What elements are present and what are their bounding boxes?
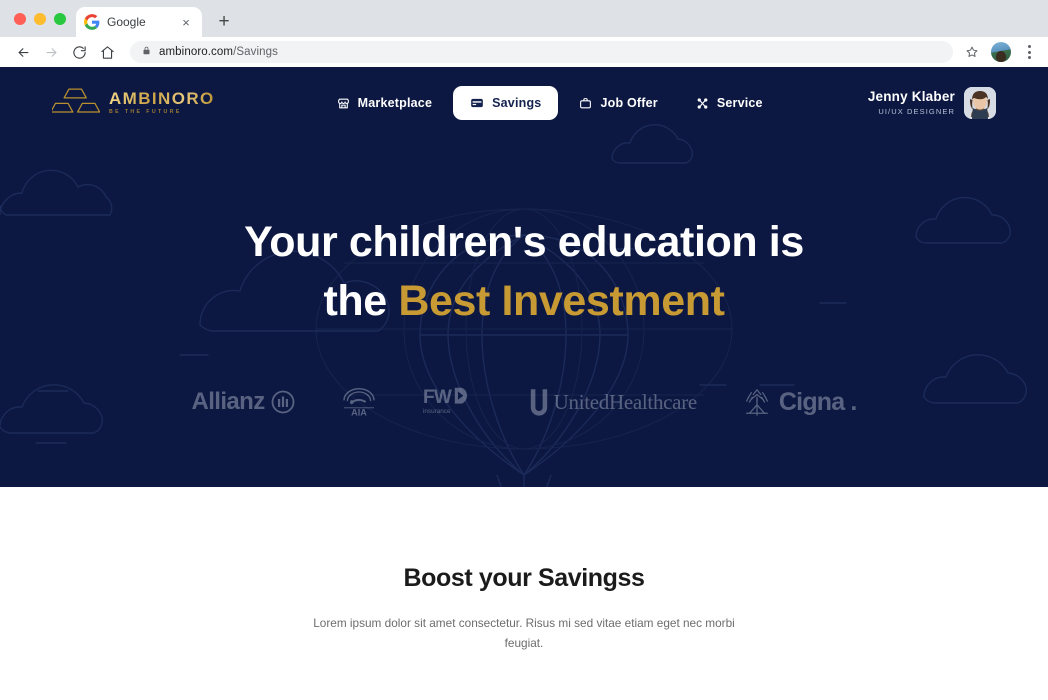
allianz-mark-icon: [271, 390, 295, 414]
partner-logo-unitedhealthcare: UnitedHealthcare: [529, 387, 697, 417]
hero-headline-line2: the Best Investment: [0, 272, 1048, 331]
lock-icon: [142, 43, 151, 61]
minimize-window-button[interactable]: [34, 12, 46, 25]
user-profile[interactable]: Jenny Klaber UI/UX DESIGNER: [868, 87, 996, 119]
logo-tagline: BE THE FUTURE: [109, 109, 182, 116]
back-button[interactable]: [10, 39, 36, 65]
page-content: AMBINORO BE THE FUTURE Marketplace Savin…: [0, 67, 1048, 700]
partner-logo-fwd: FW insurance: [423, 385, 485, 419]
browser-tab-bar: Google × +: [0, 0, 1048, 37]
cigna-tree-icon: [745, 389, 768, 416]
browser-window: Google × + ambinoro.com/Savings AMBINORO…: [0, 0, 1048, 700]
hero-headline-accent: Best Investment: [398, 277, 725, 326]
section-subtitle: Lorem ipsum dolor sit amet consectetur. …: [313, 616, 735, 651]
hero-copy: Your children's education is the Best In…: [0, 213, 1048, 332]
window-traffic-lights: [10, 0, 76, 37]
bookmark-star-icon[interactable]: [961, 41, 983, 63]
logo-text: AMBINORO BE THE FUTURE: [109, 90, 215, 115]
avatar[interactable]: [964, 87, 996, 119]
site-header: AMBINORO BE THE FUTURE Marketplace Savin…: [0, 67, 1048, 139]
nav-item-job-offer[interactable]: Job Offer: [562, 86, 674, 120]
new-tab-button[interactable]: +: [210, 7, 238, 35]
user-role: UI/UX DESIGNER: [878, 107, 955, 117]
close-window-button[interactable]: [14, 12, 26, 25]
hero-headline: Your children's education is the Best In…: [0, 213, 1048, 332]
url-path: /Savings: [233, 46, 278, 58]
partner-name: Allianz: [191, 388, 265, 415]
cloud-shape: [0, 169, 113, 216]
nav-label: Savings: [492, 96, 542, 110]
wallet-card-icon: [470, 96, 484, 110]
address-bar[interactable]: ambinoro.com/Savings: [130, 41, 953, 63]
browser-tab[interactable]: Google ×: [76, 7, 202, 37]
main-navigation: Marketplace Savings Job Offer Service: [320, 86, 780, 120]
nav-item-service[interactable]: Service: [679, 86, 780, 120]
svg-text:AIA: AIA: [351, 407, 367, 417]
profile-avatar-icon[interactable]: [991, 42, 1011, 62]
hero-section: AMBINORO BE THE FUTURE Marketplace Savin…: [0, 67, 1048, 487]
section-title: Boost your Savingss: [403, 564, 645, 592]
home-button[interactable]: [94, 39, 120, 65]
nav-item-savings[interactable]: Savings: [453, 86, 559, 120]
gold-bars-icon: [50, 86, 101, 121]
partner-name: Cigna: [778, 387, 845, 416]
fwd-sub: insurance: [423, 408, 451, 415]
logo-name: AMBINORO: [109, 89, 215, 109]
nav-label: Marketplace: [357, 96, 433, 110]
tab-title: Google: [107, 15, 146, 29]
tools-cross-icon: [696, 97, 709, 110]
close-tab-button[interactable]: ×: [178, 14, 194, 30]
site-logo[interactable]: AMBINORO BE THE FUTURE: [50, 86, 215, 121]
partner-logo-aia: AIA: [339, 385, 379, 419]
url-domain: ambinoro.com: [159, 46, 234, 58]
briefcase-icon: [579, 97, 592, 110]
nav-label: Job Offer: [600, 96, 658, 110]
aia-logo-icon: AIA: [342, 388, 375, 417]
partner-logo-allianz: Allianz: [191, 388, 295, 416]
nav-item-marketplace[interactable]: Marketplace: [320, 86, 449, 120]
svg-text:FW: FW: [423, 387, 452, 408]
maximize-window-button[interactable]: [54, 12, 66, 25]
uhc-mark-icon: [530, 389, 547, 416]
partner-logo-cigna: Cigna .: [741, 386, 857, 418]
reload-button[interactable]: [66, 39, 92, 65]
user-name: Jenny Klaber: [867, 89, 955, 105]
google-icon: [84, 14, 100, 30]
hero-headline-prefix: the: [323, 277, 399, 326]
boost-section: Boost your Savingss Lorem ipsum dolor si…: [0, 564, 1048, 653]
cigna-period: .: [850, 387, 857, 416]
storefront-icon: [337, 97, 350, 110]
fwd-logo-icon: FW insurance: [423, 387, 467, 415]
forward-button[interactable]: [38, 39, 64, 65]
user-meta: Jenny Klaber UI/UX DESIGNER: [868, 89, 955, 116]
nav-label: Service: [716, 96, 763, 110]
partner-name: UnitedHealthcare: [553, 389, 698, 414]
partner-logos: Allianz AIA FW insurance UnitedHealthcar…: [0, 385, 1048, 419]
hero-headline-line1: Your children's education is: [244, 218, 804, 266]
browser-toolbar: ambinoro.com/Savings: [0, 37, 1048, 67]
browser-menu-icon[interactable]: [1020, 45, 1038, 59]
url-text: ambinoro.com/Savings: [159, 46, 278, 58]
